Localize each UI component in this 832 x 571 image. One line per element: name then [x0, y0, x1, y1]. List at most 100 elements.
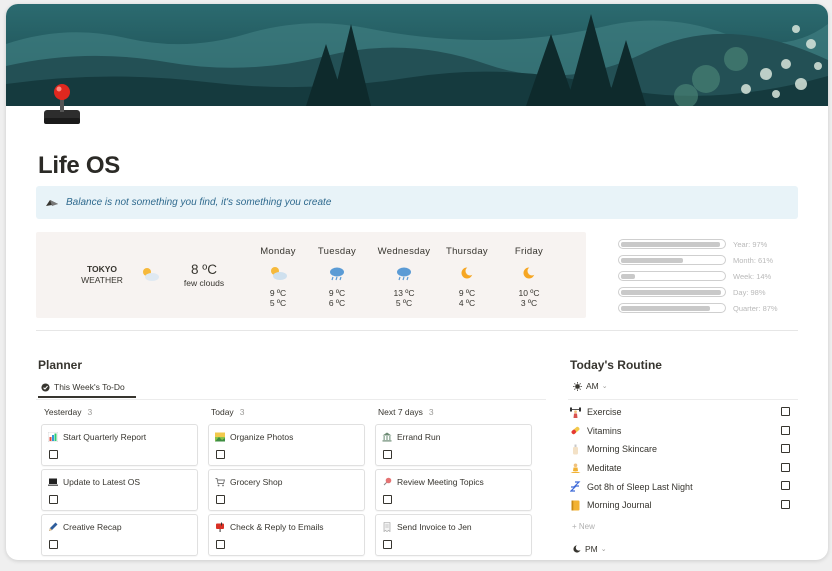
board-column-next-7-days: Next 7 days 3 Errand Run Review Meeting T…	[375, 407, 532, 556]
board-card[interactable]: Send Invoice to Jen	[375, 514, 532, 556]
progress-row-quarter: Quarter: 87%	[618, 300, 798, 316]
routine-checkbox[interactable]	[781, 425, 790, 435]
board-card[interactable]: Grocery Shop	[208, 469, 365, 511]
progress-row-year: Year: 97%	[618, 236, 798, 252]
card-checkbox[interactable]	[49, 540, 58, 549]
chevron-down-icon: ⌄	[601, 383, 608, 390]
routine-checkbox[interactable]	[781, 499, 790, 509]
progress-fill	[620, 289, 722, 295]
board-card[interactable]: Errand Run	[375, 424, 532, 466]
routine-item[interactable]: Morning Skincare	[570, 440, 798, 459]
callout-block[interactable]: Balance is not something you find, it's …	[36, 186, 798, 219]
routine-label: Morning Skincare	[587, 444, 658, 455]
routine-label: Exercise	[587, 407, 622, 418]
forecast-day: Friday 10 ºC 3 ºC	[494, 246, 564, 308]
sun-icon	[573, 381, 582, 391]
check-circle-icon	[41, 382, 50, 392]
card-checkbox[interactable]	[216, 495, 225, 504]
routine-label: Meditate	[587, 463, 622, 474]
routine-label: Vitamins	[587, 425, 622, 436]
forecast-low: 5 ºC	[395, 298, 413, 308]
progress-bar	[618, 255, 726, 265]
weather-label: WEATHER	[81, 275, 123, 285]
card-title: Start Quarterly Report	[63, 432, 147, 442]
card-checkbox[interactable]	[383, 450, 392, 459]
card-checkbox[interactable]	[49, 495, 58, 504]
zzz-icon	[570, 481, 581, 492]
routine-checkbox[interactable]	[781, 407, 790, 416]
column-header[interactable]: Today 3	[208, 407, 365, 421]
sun-cloud-icon	[143, 268, 159, 281]
forecast-high: 10 ºC	[518, 288, 540, 298]
card-title: Organize Photos	[230, 432, 294, 442]
card-checkbox[interactable]	[216, 450, 225, 459]
weather-widget: TOKYO WEATHER 8 ºC few clouds Monday 9 º…	[36, 232, 586, 318]
routine-item[interactable]: Got 8h of Sleep Last Night	[570, 477, 798, 496]
planner-heading: Planner	[38, 358, 83, 372]
weightlifter-icon	[570, 407, 581, 418]
card-title: Grocery Shop	[230, 477, 283, 487]
routine-checkbox[interactable]	[781, 462, 790, 472]
routine-checkbox[interactable]	[781, 444, 790, 454]
routine-checkbox[interactable]	[781, 481, 790, 491]
progress-row-week: Week: 14%	[618, 268, 798, 284]
am-toggle[interactable]: AM ⌄	[573, 381, 608, 391]
forecast-low: 3 ºC	[520, 298, 538, 308]
progress-bar	[618, 287, 726, 297]
forecast-low: 6 ºC	[328, 298, 346, 308]
page-frame: Life OS Balance is not something you fin…	[6, 4, 828, 560]
board-card[interactable]: Review Meeting Topics	[375, 469, 532, 511]
chevron-down-icon: ⌄	[600, 546, 607, 553]
card-title: Update to Latest OS	[63, 477, 141, 487]
planner-divider	[36, 399, 546, 400]
cover-image[interactable]	[6, 4, 828, 106]
forecast-high: 9 ºC	[328, 288, 346, 298]
routine-item[interactable]: Meditate	[570, 459, 798, 478]
card-checkbox[interactable]	[49, 450, 58, 459]
joystick-icon[interactable]	[40, 80, 84, 130]
progress-label: Year: 97%	[733, 239, 768, 249]
tab-this-weeks-todo[interactable]: This Week's To-Do	[38, 378, 136, 398]
pill-icon	[571, 427, 580, 435]
board-card[interactable]: Creative Recap	[41, 514, 198, 556]
board-card[interactable]: Check & Reply to Emails	[208, 514, 365, 556]
board-card[interactable]: Organize Photos	[208, 424, 365, 466]
journal-icon	[571, 500, 580, 511]
forecast-day-name: Wednesday	[377, 246, 431, 257]
forecast-day-name: Friday	[514, 246, 544, 257]
card-checkbox[interactable]	[216, 540, 225, 549]
card-checkbox[interactable]	[383, 495, 392, 504]
pm-toggle[interactable]: PM ⌄	[573, 544, 607, 554]
board-card[interactable]: Start Quarterly Report	[41, 424, 198, 466]
section-divider	[36, 330, 798, 331]
card-checkbox[interactable]	[383, 540, 392, 549]
sun-cloud-icon	[271, 267, 287, 280]
current-weather: 8 ºC few clouds	[176, 262, 232, 288]
card-title: Errand Run	[397, 432, 441, 442]
picture-icon	[215, 432, 225, 442]
routine-item[interactable]: Morning Journal	[570, 496, 798, 515]
new-item-button[interactable]: + New	[572, 522, 595, 531]
forecast-day: Wednesday 13 ºC 5 ºC	[369, 246, 439, 308]
paper-plane-icon	[46, 199, 58, 206]
board-card[interactable]: Update to Latest OS	[41, 469, 198, 511]
progress-row-month: Month: 61%	[618, 252, 798, 268]
bank-icon	[382, 432, 392, 442]
forecast-day: Thursday 9 ºC 4 ºC	[432, 246, 502, 308]
weather-location: TOKYO WEATHER	[76, 264, 128, 286]
page-title[interactable]: Life OS	[38, 152, 120, 180]
column-header[interactable]: Next 7 days 3	[375, 407, 532, 421]
callout-quote: Balance is not something you find, it's …	[66, 197, 332, 208]
progress-bar	[618, 303, 726, 313]
routine-item[interactable]: Vitamins	[570, 422, 798, 441]
rain-cloud-icon	[330, 267, 344, 281]
receipt-icon	[383, 522, 391, 532]
progress-fill	[620, 273, 635, 279]
routine-label: Got 8h of Sleep Last Night	[587, 481, 693, 492]
progress-fill	[620, 241, 721, 247]
routine-item[interactable]: Exercise	[570, 403, 798, 422]
routine-label: Morning Journal	[587, 500, 652, 511]
column-count: 3	[428, 407, 434, 417]
lotion-bottle-icon	[573, 444, 578, 455]
column-header[interactable]: Yesterday 3	[41, 407, 198, 421]
